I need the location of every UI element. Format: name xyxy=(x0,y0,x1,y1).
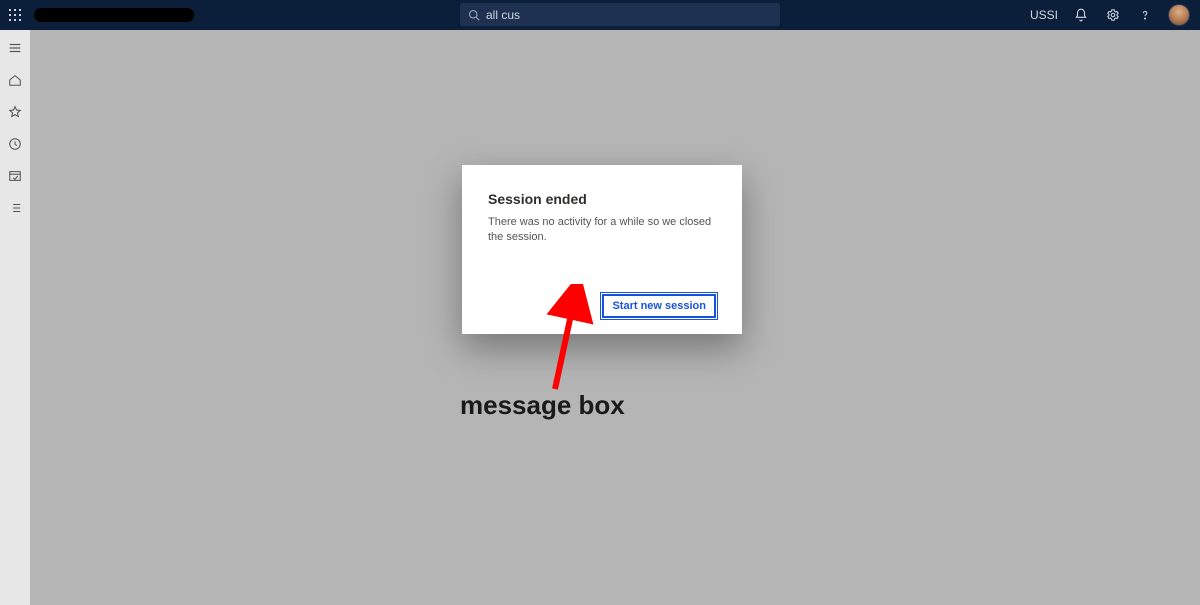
modules-icon[interactable] xyxy=(5,198,25,218)
gear-icon[interactable] xyxy=(1104,6,1122,24)
dialog-footer: Start new session xyxy=(488,294,716,318)
recent-icon[interactable] xyxy=(5,134,25,154)
left-sidebar xyxy=(0,30,31,605)
notifications-icon[interactable] xyxy=(1072,6,1090,24)
session-ended-dialog: Session ended There was no activity for … xyxy=(462,165,742,334)
hamburger-icon[interactable] xyxy=(5,38,25,58)
dialog-title: Session ended xyxy=(488,191,716,207)
search-icon xyxy=(468,9,480,21)
app-launcher-icon[interactable] xyxy=(0,0,30,30)
top-navbar: USSI xyxy=(0,0,1200,30)
redacted-logo xyxy=(34,8,194,22)
user-avatar[interactable] xyxy=(1168,4,1190,26)
search-input[interactable] xyxy=(486,8,772,22)
org-label: USSI xyxy=(1030,8,1058,22)
home-icon[interactable] xyxy=(5,70,25,90)
favorites-icon[interactable] xyxy=(5,102,25,122)
workspace-icon[interactable] xyxy=(5,166,25,186)
help-icon[interactable] xyxy=(1136,6,1154,24)
global-search[interactable] xyxy=(460,3,780,26)
dialog-message: There was no activity for a while so we … xyxy=(488,215,716,246)
topbar-right-group: USSI xyxy=(1030,4,1200,26)
start-new-session-button[interactable]: Start new session xyxy=(602,294,716,318)
